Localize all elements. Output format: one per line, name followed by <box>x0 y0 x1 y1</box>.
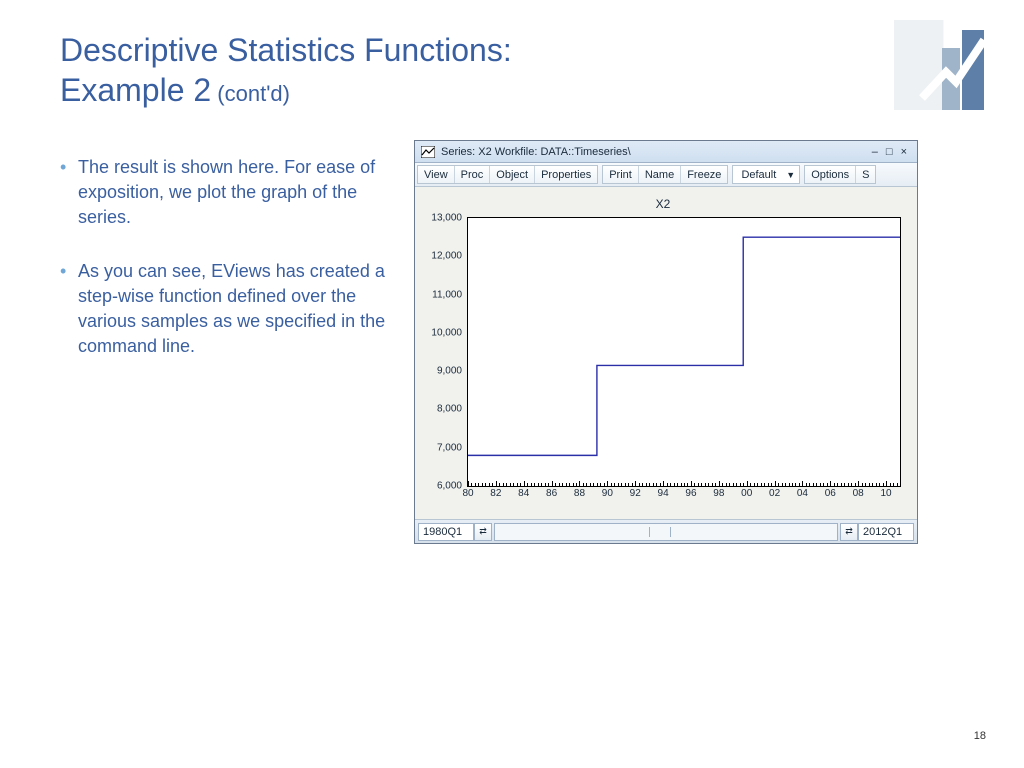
minimize-icon[interactable]: – <box>872 146 878 158</box>
name-button[interactable]: Name <box>639 166 681 183</box>
page-number: 18 <box>974 730 986 742</box>
options-button[interactable]: Options <box>805 166 856 183</box>
range-right-button[interactable]: ⇄ <box>840 523 858 541</box>
x-axis-labels: 80828486889092949698000204060810 <box>468 488 900 502</box>
chart-box: 6,0007,0008,0009,00010,00011,00012,00013… <box>467 217 901 487</box>
toolbar-group-2: Print Name Freeze <box>602 165 728 184</box>
toolbar: View Proc Object Properties Print Name F… <box>415 163 917 187</box>
template-select-value: Default <box>741 169 776 181</box>
range-scrollbar[interactable] <box>494 523 838 541</box>
bullet-item: As you can see, EViews has created a ste… <box>60 259 400 358</box>
title-line1: Descriptive Statistics Functions: <box>60 32 512 68</box>
range-end-field[interactable]: 2012Q1 <box>858 523 914 541</box>
chevron-down-icon: ▼ <box>786 170 795 180</box>
title-line2: Example 2 <box>60 72 211 108</box>
object-button[interactable]: Object <box>490 166 535 183</box>
series-line <box>468 218 900 486</box>
slide-title: Descriptive Statistics Functions: Exampl… <box>60 30 760 110</box>
properties-button[interactable]: Properties <box>535 166 597 183</box>
proc-button[interactable]: Proc <box>455 166 491 183</box>
logo <box>894 20 984 110</box>
series-window: Series: X2 Workfile: DATA::Timeseries\ –… <box>414 140 918 544</box>
bullet-list: The result is shown here. For ease of ex… <box>60 155 400 389</box>
view-button[interactable]: View <box>418 166 455 183</box>
print-button[interactable]: Print <box>603 166 639 183</box>
s-button[interactable]: S <box>856 166 875 183</box>
toolbar-group-1: View Proc Object Properties <box>417 165 598 184</box>
y-axis-labels: 6,0007,0008,0009,00010,00011,00012,00013… <box>426 218 466 486</box>
chart-area: X2 6,0007,0008,0009,00010,00011,00012,00… <box>415 187 917 519</box>
template-select[interactable]: Default ▼ <box>732 165 800 184</box>
range-bar: 1980Q1 ⇄ ⇄ 2012Q1 <box>415 519 917 543</box>
close-icon[interactable]: × <box>901 146 907 158</box>
range-start-field[interactable]: 1980Q1 <box>418 523 474 541</box>
maximize-icon[interactable]: □ <box>886 146 893 158</box>
freeze-button[interactable]: Freeze <box>681 166 727 183</box>
toolbar-group-3: Options S <box>804 165 876 184</box>
window-titlebar: Series: X2 Workfile: DATA::Timeseries\ –… <box>415 141 917 163</box>
series-icon <box>421 146 435 158</box>
bullet-item: The result is shown here. For ease of ex… <box>60 155 400 229</box>
title-contd: (cont'd) <box>211 81 290 106</box>
range-left-button[interactable]: ⇄ <box>474 523 492 541</box>
x-axis-ticks <box>468 481 900 486</box>
window-title-text: Series: X2 Workfile: DATA::Timeseries\ <box>441 146 631 158</box>
chart-title: X2 <box>425 197 901 211</box>
